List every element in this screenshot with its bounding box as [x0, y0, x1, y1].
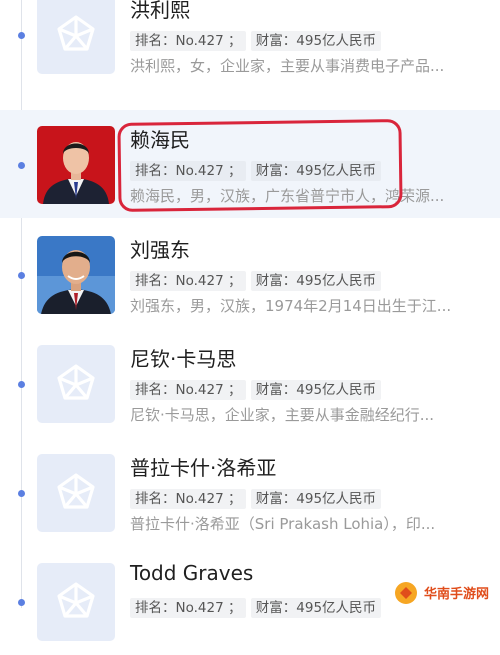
person-name: 普拉卡什·洛希亚 [130, 456, 277, 480]
person-description: 普拉卡什·洛希亚（Sri Prakash Lohia），印... [130, 515, 436, 533]
rank-tag: 排名：No.427 ； [130, 598, 247, 618]
list-item[interactable]: 洪利熙 排名：No.427 ； 财富：495亿人民币 洪利熙，女，企业家，主要从… [0, 0, 500, 88]
wealth-tag: 财富：495亿人民币 [250, 271, 382, 291]
wealth-tag: 财富：495亿人民币 [250, 380, 382, 400]
watermark: 华南手游网 [393, 577, 500, 608]
timeline-dot [18, 599, 25, 606]
person-meta: 排名：No.427 ； 财富：495亿人民币 [130, 488, 382, 510]
person-description: 洪利熙，女，企业家，主要从事消费电子产品... [130, 57, 445, 75]
portrait-photo [37, 236, 115, 314]
watermark-logo-icon [395, 581, 417, 604]
rank-tag: 排名：No.427 ； [130, 271, 247, 291]
person-name: 刘强东 [130, 238, 190, 262]
list-item[interactable]: 尼钦·卡马思 排名：No.427 ； 财富：495亿人民币 尼钦·卡马思，企业家… [0, 329, 500, 437]
person-meta: 排名：No.427 ； 财富：495亿人民币 [130, 270, 382, 292]
placeholder-star-icon [37, 0, 115, 74]
timeline-dot [18, 272, 25, 279]
wealth-tag: 财富：495亿人民币 [250, 598, 382, 618]
timeline-dot [18, 162, 25, 169]
highlight-annotation [117, 119, 403, 212]
list-item[interactable]: 普拉卡什·洛希亚 排名：No.427 ； 财富：495亿人民币 普拉卡什·洛希亚… [0, 438, 500, 546]
person-description: 刘强东，男，汉族，1974年2月14日出生于江... [130, 297, 452, 315]
list-item[interactable]: 刘强东 排名：No.427 ； 财富：495亿人民币 刘强东，男，汉族，1974… [0, 220, 500, 328]
person-meta: 排名：No.427 ； 财富：495亿人民币 [130, 597, 382, 619]
wealth-tag: 财富：495亿人民币 [250, 31, 382, 51]
person-name: 尼钦·卡马思 [130, 347, 237, 371]
rank-tag: 排名：No.427 ； [130, 489, 247, 509]
placeholder-star-icon [37, 345, 115, 423]
watermark-text: 华南手游网 [424, 587, 490, 602]
person-list: 洪利熙 排名：No.427 ； 财富：495亿人民币 洪利熙，女，企业家，主要从… [0, 0, 500, 641]
rank-tag: 排名：No.427 ； [130, 380, 247, 400]
timeline-dot [18, 381, 25, 388]
timeline-dot [18, 490, 25, 497]
person-meta: 排名：No.427 ； 财富：495亿人民币 [130, 30, 382, 52]
portrait-photo [37, 126, 115, 204]
placeholder-star-icon [37, 563, 115, 641]
person-name: 洪利熙 [130, 0, 190, 22]
timeline-dot [18, 32, 25, 39]
rank-tag: 排名：No.427 ； [130, 31, 247, 51]
person-meta: 排名：No.427 ； 财富：495亿人民币 [130, 379, 382, 401]
person-description: 尼钦·卡马思，企业家，主要从事金融经纪行... [130, 406, 435, 424]
person-name: Todd Graves [130, 561, 254, 585]
placeholder-star-icon [37, 454, 115, 532]
wealth-tag: 财富：495亿人民币 [250, 489, 382, 509]
